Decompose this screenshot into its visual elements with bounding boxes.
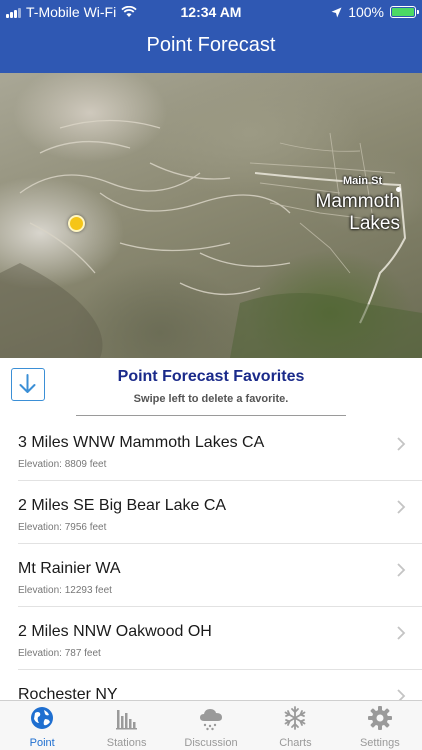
location-marker[interactable] [68,215,85,232]
tab-label: Charts [279,737,312,749]
gear-icon [367,706,392,730]
map-town-line1: Mammoth [315,191,400,212]
tab-discussion[interactable]: Discussion [169,701,253,750]
app-root: T-Mobile Wi-Fi 12:34 AM 100% Point Forec… [0,0,422,750]
globe-icon [31,707,54,729]
status-bar: T-Mobile Wi-Fi 12:34 AM 100% [0,0,422,24]
tab-bar: Point Stations Discussion Charts Setting… [0,700,422,750]
map-town-line2: Lakes [349,213,400,234]
header: T-Mobile Wi-Fi 12:34 AM 100% Point Forec… [0,0,422,73]
chevron-right-icon [397,626,406,640]
favorites-divider [76,415,346,416]
favorite-elevation: Elevation: 7956 feet [18,522,107,533]
tab-label: Settings [359,737,400,749]
favorite-name: 3 Miles WNW Mammoth Lakes CA [18,434,265,451]
status-right: 100% [331,4,419,20]
bar-chart-icon [115,710,137,730]
snowflake-icon [285,706,306,730]
list-item[interactable]: 2 Miles NNW Oakwood OH Elevation: 787 fe… [18,607,422,670]
favorite-name: Mt Rainier WA [18,560,121,577]
tab-settings[interactable]: Settings [338,701,422,750]
chevron-right-icon [397,563,406,577]
map-town-label: Mammoth Lakes [300,191,400,235]
tab-point[interactable]: Point [0,701,84,750]
chevron-right-icon [397,437,406,451]
tab-label: Point [29,737,55,749]
favorite-name: 2 Miles SE Big Bear Lake CA [18,497,227,514]
list-item[interactable]: Mt Rainier WA Elevation: 12293 feet [18,544,422,607]
tab-charts[interactable]: Charts [253,701,337,750]
page-title: Point Forecast [146,34,276,56]
chevron-right-icon [397,500,406,514]
favorites-header: Point Forecast Favorites Swipe left to d… [0,358,422,418]
favorite-elevation: Elevation: 8809 feet [18,459,107,470]
favorites-list: 3 Miles WNW Mammoth Lakes CA Elevation: … [0,418,422,700]
location-arrow-icon [331,7,342,17]
battery-icon [390,6,419,18]
favorite-name: Rochester NY [18,686,118,700]
cloud-snow-icon [200,709,223,731]
favorite-elevation: Elevation: 787 feet [18,648,101,659]
tab-stations[interactable]: Stations [84,701,168,750]
map-street-label: Main St [343,175,383,187]
chevron-right-icon [397,689,406,700]
list-item[interactable]: 2 Miles SE Big Bear Lake CA Elevation: 7… [18,481,422,544]
list-item[interactable]: 3 Miles WNW Mammoth Lakes CA Elevation: … [18,418,422,481]
favorite-name: 2 Miles NNW Oakwood OH [18,623,212,640]
list-item[interactable]: Rochester NY [18,670,422,700]
battery-percent: 100% [348,4,384,20]
favorites-hint: Swipe left to delete a favorite. [133,393,289,405]
tab-label: Stations [106,737,147,749]
favorite-elevation: Elevation: 12293 feet [18,585,112,596]
tab-label: Discussion [184,737,238,749]
favorites-title: Point Forecast Favorites [117,368,305,385]
satellite-map[interactable]: Main St Mammoth Lakes [0,73,422,358]
